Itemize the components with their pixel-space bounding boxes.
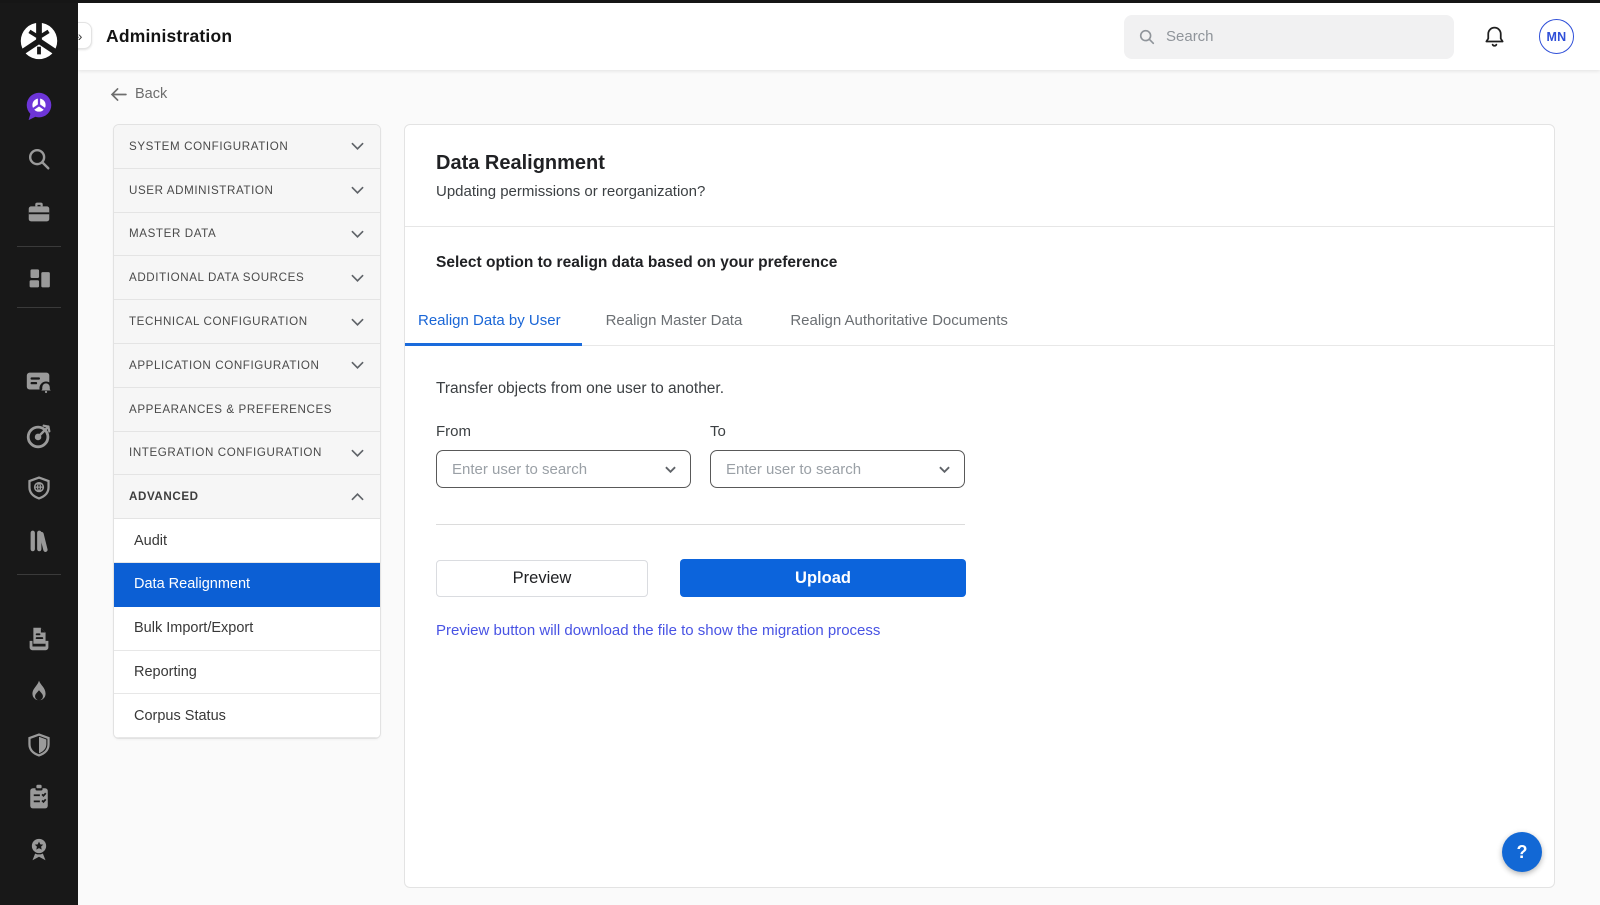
assistant-bubble-icon[interactable] (19, 86, 59, 126)
menu-section-user-administration[interactable]: USER ADMINISTRATION (114, 169, 380, 213)
to-user-placeholder: Enter user to search (726, 461, 861, 478)
menu-section-application-configuration[interactable]: APPLICATION CONFIGURATION (114, 344, 380, 388)
search-input[interactable] (1166, 28, 1426, 45)
library-books-icon[interactable] (19, 520, 59, 560)
menu-section-system-configuration[interactable]: SYSTEM CONFIGURATION (114, 125, 380, 169)
page-title: Administration (106, 26, 232, 47)
from-label: From (436, 423, 691, 440)
flame-icon[interactable] (19, 672, 59, 712)
user-avatar[interactable]: MN (1539, 19, 1574, 54)
menu-section-technical-configuration[interactable]: TECHNICAL CONFIGURATION (114, 300, 380, 344)
preview-note: Preview button will download the file to… (436, 622, 1523, 639)
card-header: Data Realignment Updating permissions or… (405, 125, 1554, 227)
menu-section-advanced[interactable]: ADVANCED (114, 475, 380, 519)
dashboard-grid-icon[interactable] (19, 257, 59, 297)
shield-globe-icon[interactable] (19, 468, 59, 508)
upload-button[interactable]: Upload (680, 559, 966, 597)
menu-item-data-realignment[interactable]: Data Realignment (114, 563, 380, 607)
realign-tabs: Realign Data by UserRealign Master DataR… (405, 299, 1554, 346)
menu-item-corpus-status[interactable]: Corpus Status (114, 694, 380, 738)
chevron-up-icon (351, 493, 364, 501)
card-title: Data Realignment (436, 152, 1522, 175)
menu-section-label: ADVANCED (129, 490, 199, 503)
form-divider (436, 524, 965, 525)
shield-half-icon[interactable] (19, 725, 59, 765)
chevron-down-icon (665, 466, 676, 473)
menu-item-audit[interactable]: Audit (114, 519, 380, 563)
brand-logo-icon (16, 16, 62, 64)
menu-item-reporting[interactable]: Reporting (114, 651, 380, 695)
clipboard-check-icon[interactable] (19, 777, 59, 817)
rail-divider (17, 574, 61, 575)
notifications-bell-icon[interactable] (1482, 24, 1507, 49)
tab-realign-data-by-user[interactable]: Realign Data by User (405, 299, 582, 346)
menu-section-label: USER ADMINISTRATION (129, 184, 274, 197)
admin-settings-menu: SYSTEM CONFIGURATION USER ADMINISTRATION M… (113, 124, 381, 739)
card-subtitle: Updating permissions or reorganization? (436, 183, 1522, 200)
search-icon (1138, 28, 1156, 46)
target-icon[interactable] (19, 416, 59, 456)
rail-divider (17, 307, 61, 308)
menu-section-additional-data-sources[interactable]: ADDITIONAL DATA SOURCES (114, 256, 380, 300)
menu-section-label: ADDITIONAL DATA SOURCES (129, 271, 304, 284)
menu-section-appearances-preferences[interactable]: APPEARANCES & PREFERENCES (114, 388, 380, 432)
menu-section-label: APPEARANCES & PREFERENCES (129, 403, 332, 416)
chevron-down-icon (351, 186, 364, 194)
menu-section-label: MASTER DATA (129, 227, 216, 240)
menu-item-bulk-import-export[interactable]: Bulk Import/Export (114, 607, 380, 651)
data-realignment-card: Data Realignment Updating permissions or… (404, 124, 1555, 888)
award-badge-icon[interactable] (19, 829, 59, 869)
chevron-down-icon (939, 466, 950, 473)
icon-rail (0, 0, 78, 905)
menu-section-label: TECHNICAL CONFIGURATION (129, 315, 308, 328)
chevron-down-icon (351, 142, 364, 150)
to-user-select[interactable]: Enter user to search (710, 450, 965, 488)
from-user-select[interactable]: Enter user to search (436, 450, 691, 488)
window-top-strip (0, 0, 1600, 3)
chevron-down-icon (351, 449, 364, 457)
menu-section-label: SYSTEM CONFIGURATION (129, 140, 288, 153)
back-link[interactable]: Back (110, 86, 167, 102)
help-button[interactable]: ? (1502, 832, 1542, 872)
menu-section-master-data[interactable]: MASTER DATA (114, 213, 380, 257)
global-search[interactable] (1124, 15, 1454, 59)
chevron-down-icon (351, 230, 364, 238)
back-label: Back (135, 86, 167, 102)
search-icon[interactable] (19, 139, 59, 179)
card-notification-icon[interactable] (19, 362, 59, 402)
chevron-down-icon (351, 318, 364, 326)
chevron-down-icon (351, 274, 364, 282)
to-label: To (710, 423, 965, 440)
back-arrow-icon (110, 88, 127, 101)
tab-realign-master-data[interactable]: Realign Master Data (582, 299, 767, 346)
briefcase-icon[interactable] (19, 192, 59, 232)
panel-description: Transfer objects from one user to anothe… (436, 380, 1523, 398)
chevron-down-icon (351, 361, 364, 369)
document-scan-icon[interactable] (19, 619, 59, 659)
realign-by-user-panel: Transfer objects from one user to anothe… (405, 346, 1554, 639)
menu-section-label: INTEGRATION CONFIGURATION (129, 446, 322, 459)
top-header: » Administration MN (78, 3, 1600, 70)
section-heading: Select option to realign data based on y… (405, 227, 1554, 272)
preview-button[interactable]: Preview (436, 560, 648, 597)
tab-realign-authoritative-documents[interactable]: Realign Authoritative Documents (766, 299, 1032, 346)
menu-section-integration-configuration[interactable]: INTEGRATION CONFIGURATION (114, 432, 380, 476)
menu-section-label: APPLICATION CONFIGURATION (129, 359, 319, 372)
rail-divider (17, 246, 61, 247)
from-user-placeholder: Enter user to search (452, 461, 587, 478)
